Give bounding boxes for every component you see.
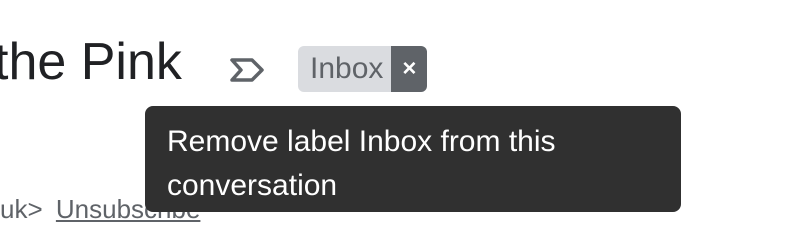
sender-email-fragment: uk> <box>0 194 43 224</box>
label-chip-inbox: Inbox × <box>298 46 428 92</box>
email-subject: the Pink <box>0 33 182 91</box>
tooltip-text: Remove label Inbox from this conversatio… <box>167 125 556 202</box>
email-header-area: the Pink Inbox × uk> Unsubscribe Remove … <box>0 0 794 240</box>
remove-label-button[interactable]: × <box>391 46 428 92</box>
importance-marker-icon[interactable] <box>226 52 270 88</box>
tooltip: Remove label Inbox from this conversatio… <box>145 106 681 212</box>
close-icon: × <box>402 55 417 82</box>
label-name[interactable]: Inbox <box>298 46 392 92</box>
